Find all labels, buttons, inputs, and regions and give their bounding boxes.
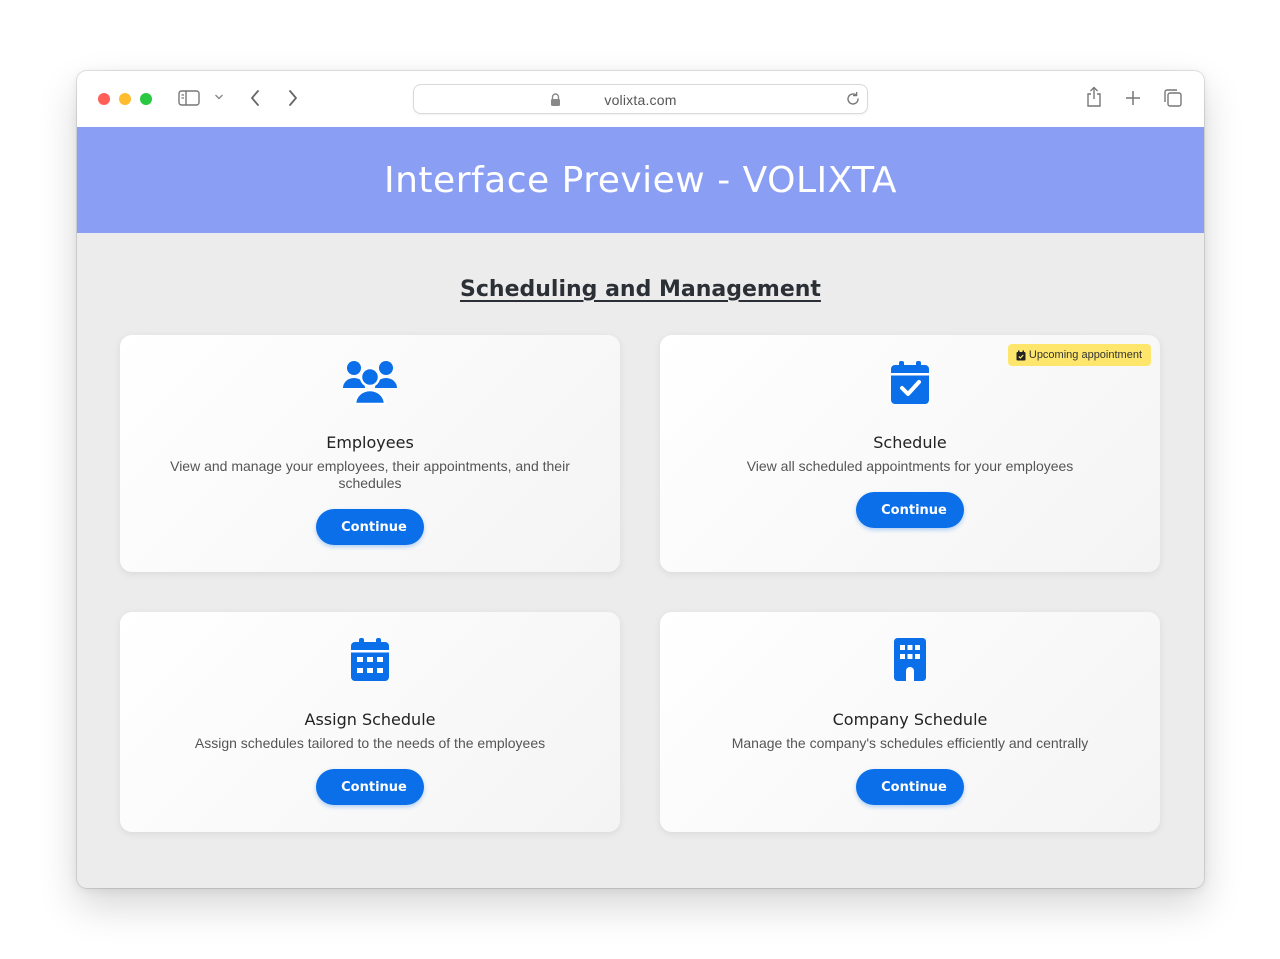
- section-heading: Scheduling and Management: [77, 277, 1204, 302]
- card-title: Assign Schedule: [304, 710, 436, 729]
- button-label: Continue: [881, 502, 947, 518]
- card-title: Company Schedule: [832, 710, 988, 729]
- card-title: Schedule: [873, 433, 947, 452]
- minimize-window-button[interactable]: [119, 93, 131, 105]
- users-icon: [120, 359, 620, 405]
- card-description: View and manage your employees, their ap…: [170, 458, 570, 491]
- section-title-text: Scheduling and Management: [460, 277, 821, 302]
- calendar-check-icon: [660, 361, 1160, 404]
- back-arrow-icon[interactable]: [249, 89, 261, 107]
- chevron-down-icon[interactable]: [214, 93, 224, 101]
- badge-text: Upcoming appointment: [1028, 349, 1142, 361]
- share-icon[interactable]: [1085, 86, 1103, 108]
- continue-button-company-schedule[interactable]: Continue: [856, 769, 964, 805]
- browser-window: volixta.com Interface Preview - VOLIXTA …: [77, 71, 1204, 888]
- url-text[interactable]: volixta.com: [414, 92, 867, 108]
- maximize-window-button[interactable]: [140, 93, 152, 105]
- card-title: Employees: [326, 433, 414, 452]
- calendar-days-icon: [120, 638, 620, 681]
- main-content: Scheduling and Management Employees View…: [77, 233, 1204, 888]
- address-bar[interactable]: volixta.com: [413, 84, 868, 114]
- continue-button-employees[interactable]: Continue: [316, 509, 424, 545]
- button-label: Continue: [341, 779, 407, 795]
- card-description: View all scheduled appointments for your…: [746, 458, 1074, 474]
- card-description: Assign schedules tailored to the needs o…: [194, 735, 546, 751]
- reload-icon[interactable]: [845, 91, 861, 112]
- tab-overview-icon[interactable]: [1163, 88, 1183, 108]
- card-employees: Employees View and manage your employees…: [120, 335, 620, 572]
- card-description: Manage the company's schedules efficient…: [731, 735, 1089, 751]
- button-label: Continue: [341, 519, 407, 535]
- page-banner: Interface Preview - VOLIXTA: [77, 127, 1204, 233]
- sidebar-toggle-icon[interactable]: [178, 89, 200, 107]
- forward-arrow-icon[interactable]: [287, 89, 299, 107]
- continue-button-schedule[interactable]: Continue: [856, 492, 964, 528]
- close-window-button[interactable]: [98, 93, 110, 105]
- button-label: Continue: [881, 779, 947, 795]
- building-icon: [660, 638, 1160, 681]
- page-title: Interface Preview - VOLIXTA: [384, 159, 897, 201]
- continue-button-assign-schedule[interactable]: Continue: [316, 769, 424, 805]
- card-company-schedule: Company Schedule Manage the company's sc…: [660, 612, 1160, 832]
- card-assign-schedule: Assign Schedule Assign schedules tailore…: [120, 612, 620, 832]
- new-tab-plus-icon[interactable]: [1124, 89, 1142, 107]
- browser-toolbar: volixta.com: [77, 71, 1204, 127]
- card-schedule: Upcoming appointment Schedule View all s…: [660, 335, 1160, 572]
- calendar-small-icon: [1016, 350, 1026, 360]
